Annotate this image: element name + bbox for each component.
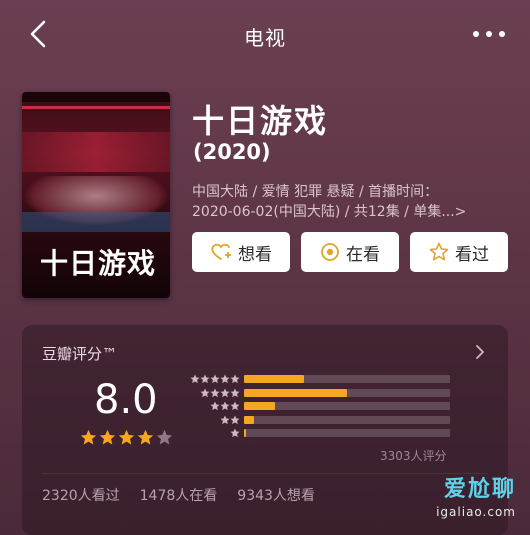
rating-bar-fill — [244, 375, 304, 383]
watermark-text: 爱尬聊 — [443, 477, 516, 502]
star-small-icon — [230, 401, 240, 411]
star-small-icon — [230, 428, 240, 438]
rating-bar-track — [244, 429, 450, 437]
want-to-watch-label: 想看 — [238, 244, 272, 265]
star-small-icon — [220, 388, 230, 397]
heart-plus-icon — [211, 243, 231, 260]
rating-bar-stars — [230, 428, 240, 438]
rating-bar-row — [182, 373, 482, 386]
rating-bar-fill — [244, 402, 275, 410]
more-icon[interactable] — [472, 30, 506, 38]
rating-bar-track — [244, 375, 450, 383]
rating-stars — [80, 429, 173, 446]
star-small-icon — [210, 401, 220, 411]
nav-bar: 电视 — [0, 0, 530, 70]
watching-button[interactable]: 在看 — [301, 232, 399, 272]
want-to-watch-button[interactable]: 想看 — [192, 232, 290, 272]
rating-count: 3303人评分 — [380, 449, 447, 463]
rating-bar-stars — [220, 415, 240, 425]
watched-count[interactable]: 2320人看过 — [42, 485, 120, 505]
star-empty-icon — [156, 429, 173, 445]
rating-bar-fill — [244, 415, 255, 424]
target-icon — [321, 243, 339, 261]
rating-distribution — [182, 373, 482, 441]
rating-bar-row — [182, 400, 482, 413]
rating-bar-track — [244, 415, 450, 424]
star-small-icon — [230, 415, 240, 424]
watched-label: 看过 — [455, 244, 489, 265]
watermark: 爱尬聊 igaliao.com — [370, 465, 530, 535]
poster-image[interactable]: 十日游戏 — [22, 92, 170, 298]
star-small-icon — [200, 374, 210, 384]
watermark-url: igaliao.com — [436, 505, 516, 519]
star-small-icon — [220, 401, 230, 411]
rating-bar-stars — [210, 401, 240, 411]
rating-bar-track — [244, 402, 450, 410]
rating-title: 豆瓣评分™ — [42, 345, 118, 363]
chevron-right-icon[interactable] — [474, 343, 486, 361]
show-meta[interactable]: 中国大陆 / 爱情 犯罪 悬疑 / 首播时间： 2020-06-02(中国大陆)… — [192, 182, 512, 222]
star-small-icon — [220, 374, 230, 384]
rating-bar-row — [182, 387, 482, 400]
star-small-icon — [220, 415, 230, 424]
rating-score: 8.0 — [94, 377, 158, 423]
star-small-icon — [210, 374, 220, 384]
star-small-icon — [190, 374, 200, 384]
watch-stats: 2320人看过 1478人在看 9343人想看 — [42, 485, 315, 505]
star-outline-icon — [429, 242, 449, 261]
rating-bar-track — [244, 388, 450, 397]
star-small-icon — [230, 374, 240, 384]
show-title: 十日游戏 — [192, 102, 329, 140]
star-filled-icon — [99, 429, 116, 445]
star-small-icon — [210, 388, 220, 397]
star-filled-icon — [80, 429, 97, 445]
star-filled-icon — [118, 429, 135, 445]
rating-bar-fill — [244, 429, 247, 437]
poster-title: 十日游戏 — [40, 247, 157, 280]
star-small-icon — [230, 388, 240, 397]
rating-bar-stars — [190, 374, 240, 384]
rating-bar-row — [182, 414, 482, 427]
rating-bar-stars — [200, 388, 240, 398]
show-year: (2020) — [193, 140, 271, 164]
rating-bar-fill — [244, 388, 347, 397]
meta-line: 2020-06-02(中国大陆) / 共12集 / 单集...> — [192, 204, 467, 220]
meta-line: 中国大陆 / 爱情 犯罪 悬疑 / 首播时间： — [192, 184, 439, 200]
star-filled-icon — [137, 429, 154, 445]
rating-bar-row — [182, 427, 482, 440]
watching-label: 在看 — [346, 244, 380, 265]
watching-count[interactable]: 1478人在看 — [140, 485, 218, 505]
watched-button[interactable]: 看过 — [410, 232, 508, 272]
page-title: 电视 — [244, 26, 286, 50]
want-count[interactable]: 9343人想看 — [237, 485, 315, 505]
star-small-icon — [200, 388, 210, 397]
